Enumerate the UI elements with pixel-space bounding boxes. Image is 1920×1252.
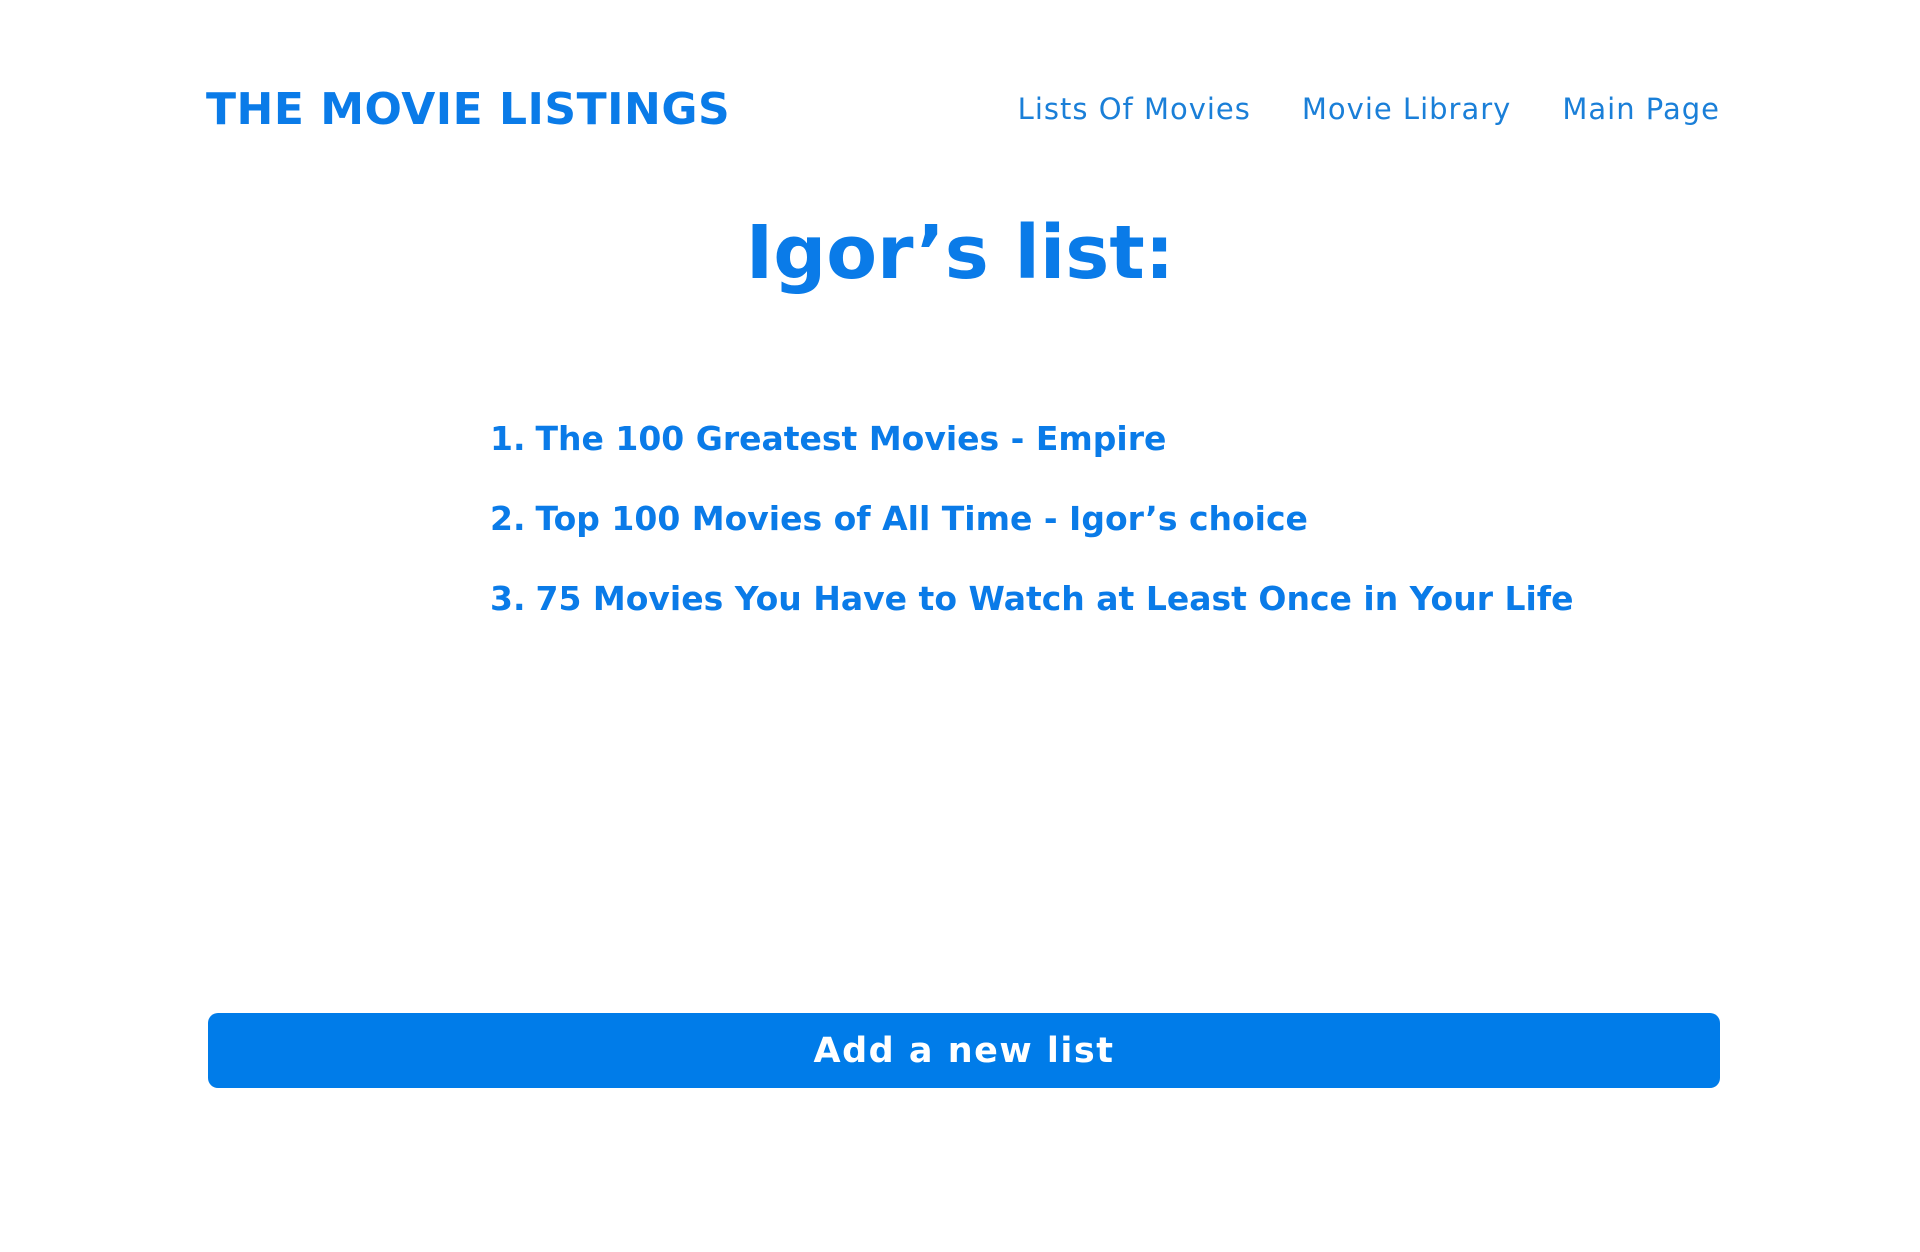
movie-lists: 1. The 100 Greatest Movies - Empire 2. T…	[490, 398, 1574, 638]
nav-link-movie-library[interactable]: Movie Library	[1302, 92, 1511, 126]
list-item-number: 2.	[490, 498, 526, 538]
list-item[interactable]: 1. The 100 Greatest Movies - Empire	[490, 398, 1574, 478]
nav-link-lists-of-movies[interactable]: Lists Of Movies	[1018, 92, 1251, 126]
site-header: THE MOVIE LISTINGS Lists Of Movies Movie…	[206, 74, 1720, 144]
list-item[interactable]: 3. 75 Movies You Have to Watch at Least …	[490, 558, 1574, 638]
list-item-title[interactable]: The 100 Greatest Movies - Empire	[536, 419, 1167, 458]
list-item[interactable]: 2. Top 100 Movies of All Time - Igor’s c…	[490, 478, 1574, 558]
list-item-number: 1.	[490, 418, 526, 458]
site-logo-title[interactable]: THE MOVIE LISTINGS	[206, 84, 730, 135]
add-new-list-button[interactable]: Add a new list	[208, 1013, 1720, 1088]
main-nav: Lists Of Movies Movie Library Main Page	[1018, 92, 1720, 126]
list-item-title[interactable]: Top 100 Movies of All Time - Igor’s choi…	[536, 499, 1308, 538]
page: THE MOVIE LISTINGS Lists Of Movies Movie…	[0, 0, 1920, 1252]
page-title: Igor’s list:	[745, 210, 1175, 296]
nav-link-main-page[interactable]: Main Page	[1562, 92, 1720, 126]
list-item-title[interactable]: 75 Movies You Have to Watch at Least Onc…	[536, 579, 1574, 618]
list-item-number: 3.	[490, 578, 526, 618]
